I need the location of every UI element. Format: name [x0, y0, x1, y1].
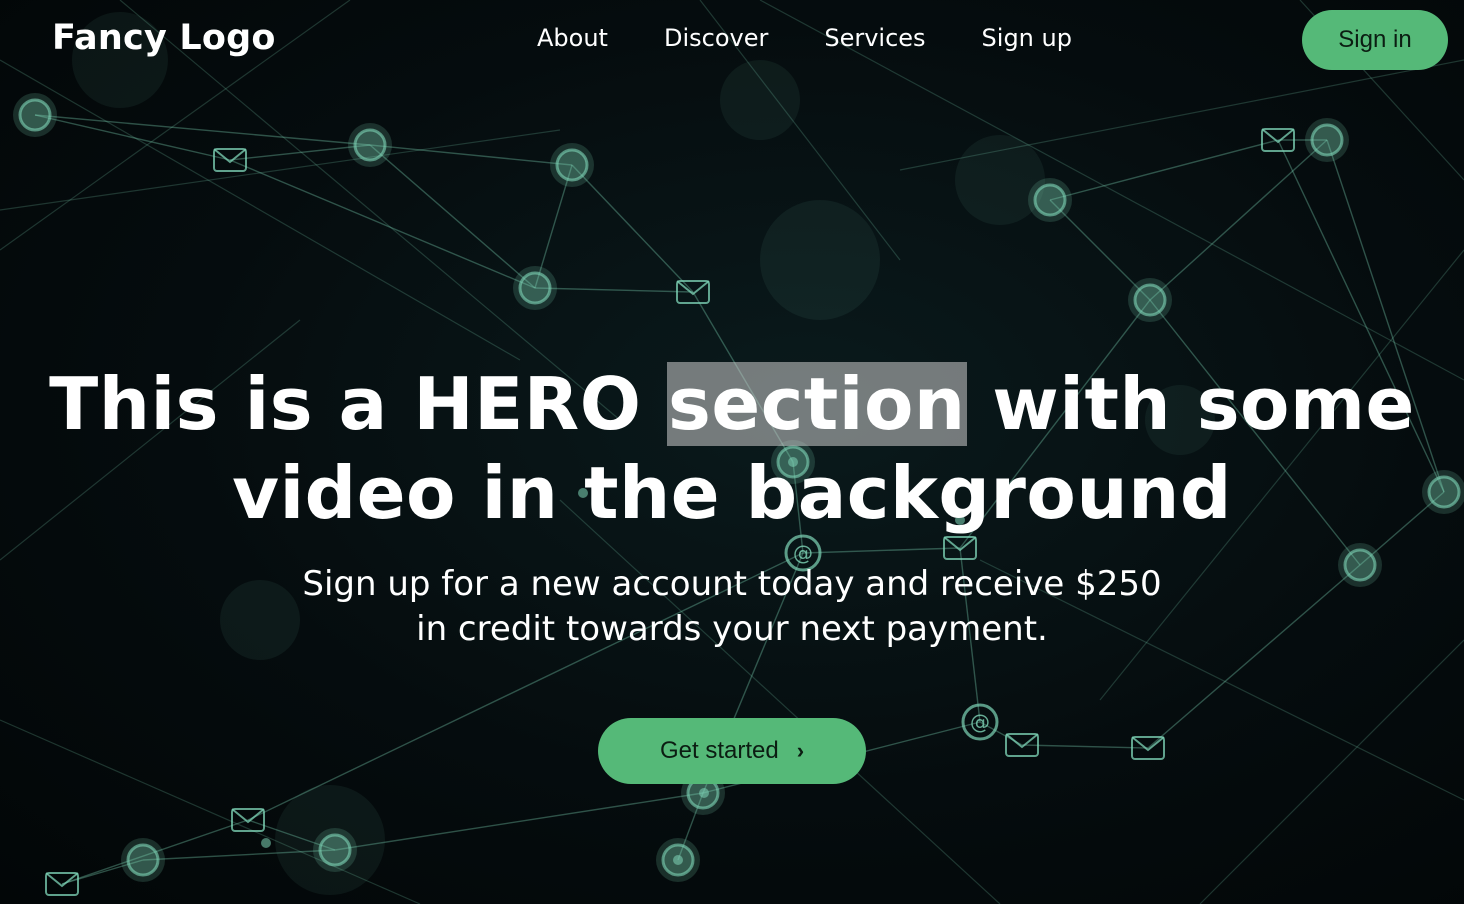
network-line — [229, 159, 536, 289]
hero-subtitle-line1: Sign up for a new account today and rece… — [302, 564, 1162, 604]
get-started-label: Get started — [659, 737, 779, 764]
nav-link-sign-up[interactable]: Sign up — [982, 24, 1072, 52]
network-line — [0, 59, 521, 361]
navbar: Fancy Logo About Discover Services Sign … — [0, 0, 1464, 82]
network-node — [348, 123, 392, 167]
hero-title-part2: with some — [966, 362, 1415, 446]
hero-subtitle-line2: in credit towards your next payment. — [416, 609, 1048, 649]
hero-title-line2: video in the background — [232, 451, 1232, 535]
network-line — [1021, 744, 1149, 749]
network-node — [121, 838, 165, 882]
network-line — [534, 287, 694, 293]
hero-page: @ @ Fancy Logo About Discover Services Si… — [0, 0, 1464, 904]
network-line — [369, 144, 573, 166]
network-node — [13, 93, 57, 137]
nav-link-about[interactable]: About — [537, 24, 608, 52]
hero-title-highlight: section — [667, 362, 967, 446]
chevron-right-icon: › — [796, 738, 805, 763]
sign-in-button[interactable]: Sign in — [1302, 10, 1448, 70]
network-dot — [673, 855, 683, 865]
glow-blob — [760, 200, 880, 320]
network-line — [334, 792, 704, 851]
nav-links: About Discover Services Sign up — [537, 24, 1072, 52]
network-line — [1149, 139, 1328, 301]
hero-subtitle: Sign up for a new account today and rece… — [252, 562, 1212, 652]
network-node — [313, 828, 357, 872]
nav-link-discover[interactable]: Discover — [664, 24, 768, 52]
network-node — [1128, 278, 1172, 322]
hero-title: This is a HERO section with some video in… — [0, 360, 1464, 538]
hero-title-part1: This is a HERO — [49, 362, 667, 446]
network-line — [1199, 639, 1464, 904]
network-line — [34, 114, 371, 146]
network-dot — [699, 788, 709, 798]
at-sign-icon: @ — [961, 703, 999, 741]
logo[interactable]: Fancy Logo — [52, 18, 276, 58]
network-line — [369, 144, 536, 289]
svg-text:@: @ — [970, 710, 990, 734]
network-line — [0, 129, 561, 211]
get-started-button[interactable]: Get started › — [598, 718, 866, 784]
network-node — [1305, 118, 1349, 162]
nav-link-services[interactable]: Services — [824, 24, 925, 52]
network-line — [571, 164, 694, 293]
network-line — [34, 114, 231, 161]
network-node — [550, 143, 594, 187]
network-node — [1028, 178, 1072, 222]
network-line — [1049, 139, 1279, 201]
network-node — [513, 266, 557, 310]
network-dot — [261, 838, 271, 848]
hero-section: This is a HERO section with some video in… — [0, 360, 1464, 652]
